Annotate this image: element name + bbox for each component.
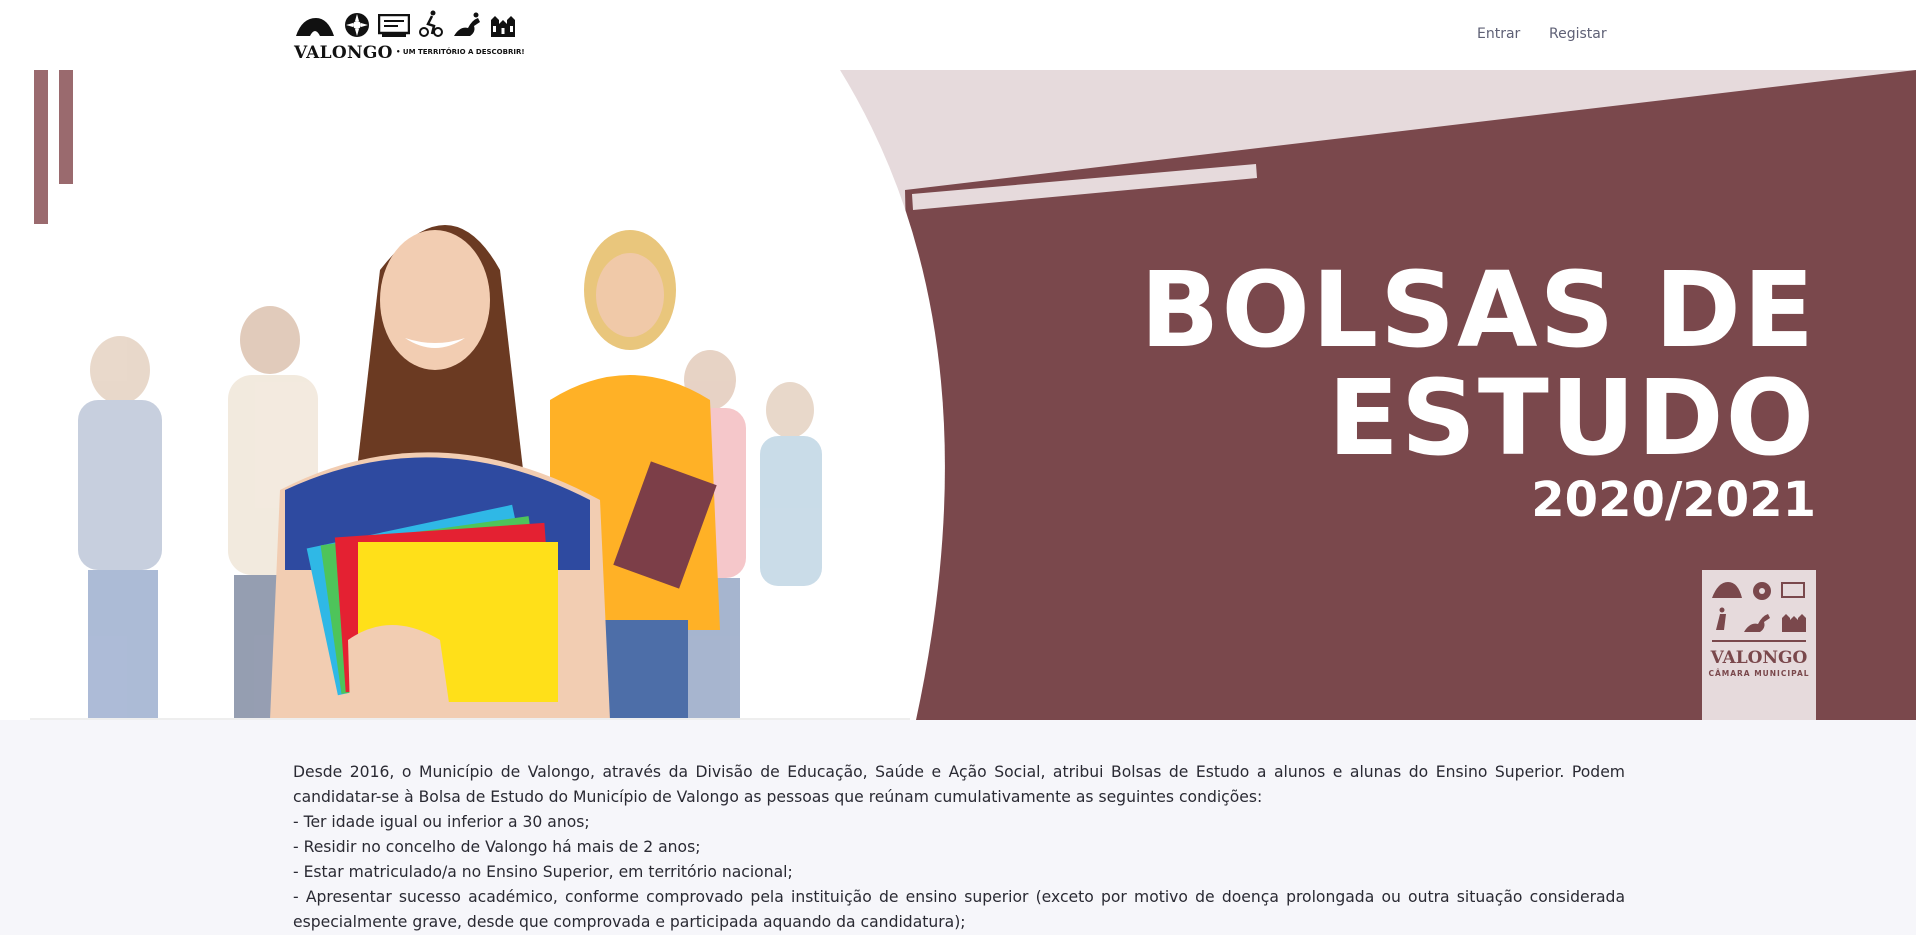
logo-wordmark: VALONGO [294, 43, 393, 63]
login-link[interactable]: Entrar [1477, 26, 1520, 42]
horse-icon [452, 12, 482, 42]
description-section: Desde 2016, o Município de Valongo, atra… [293, 760, 1625, 935]
condition-item: - Residir no concelho de Valongo há mais… [293, 838, 701, 856]
valongo-logo[interactable]: VALONGO • UM TERRITÓRIO A DESCOBRIR! [294, 10, 534, 63]
church-icon [490, 12, 516, 42]
top-navbar: VALONGO • UM TERRITÓRIO A DESCOBRIR! Ent… [0, 0, 1916, 70]
condition-item: - Estar matriculado/a no Ensino Superior… [293, 863, 793, 881]
camara-municipal-stamp: VALONGO CÂMARA MUNICIPAL [1702, 570, 1816, 720]
hero-title: BOLSAS DE ESTUDO [1140, 258, 1816, 470]
condition-item: - Apresentar sucesso académico, conforme… [293, 888, 1625, 931]
cyclist-icon [418, 10, 444, 42]
register-link[interactable]: Registar [1549, 26, 1607, 42]
hero-title-line2: ESTUDO [1327, 357, 1816, 479]
stamp-icons [1712, 582, 1806, 642]
stamp-wordmark: VALONGO [1710, 648, 1808, 668]
hero-banner: BOLSAS DE ESTUDO 2020/2021 VALONGO CÂMAR… [0, 70, 1916, 720]
hero-year: 2020/2021 [1531, 472, 1816, 528]
flower-icon [344, 12, 370, 42]
logo-tagline: • UM TERRITÓRIO A DESCOBRIR! [396, 48, 525, 56]
conditions-list: - Ter idade igual ou inferior a 30 anos;… [293, 810, 1625, 935]
students-photo [30, 225, 910, 720]
tent-icon [294, 16, 336, 42]
stamp-subtitle: CÂMARA MUNICIPAL [1708, 669, 1810, 678]
intro-paragraph: Desde 2016, o Município de Valongo, atra… [293, 763, 1625, 806]
hero-title-line1: BOLSAS DE [1140, 249, 1816, 371]
logo-icons [294, 10, 534, 42]
screen-icon [377, 13, 411, 42]
condition-item: - Ter idade igual ou inferior a 30 anos; [293, 813, 590, 831]
